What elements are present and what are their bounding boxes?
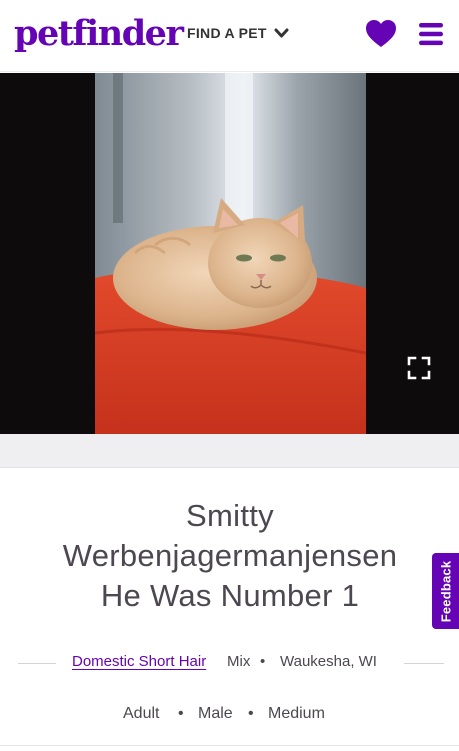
pet-sex: Male (198, 705, 233, 722)
cat-photo[interactable] (95, 73, 366, 434)
hamburger-menu-icon (419, 23, 443, 46)
pet-size: Medium (268, 705, 325, 722)
pet-photo-carousel[interactable] (0, 73, 459, 434)
pet-attributes-row: Adult • Male • Medium (0, 704, 459, 726)
divider-right (404, 663, 444, 664)
divider-left (18, 663, 56, 664)
heart-icon (366, 20, 396, 47)
find-a-pet-menu[interactable]: FIND A PET (187, 25, 289, 41)
separator-dot: • (260, 653, 266, 670)
feedback-tab[interactable]: Feedback (432, 553, 459, 629)
photo-caption-strip (0, 434, 459, 468)
petfinder-logo[interactable]: petfinder (14, 14, 184, 54)
pet-age: Adult (123, 705, 160, 722)
main-menu-button[interactable] (417, 20, 445, 48)
feedback-label: Feedback (438, 560, 454, 622)
cat-photo-image (95, 73, 366, 434)
breed-link[interactable]: Domestic Short Hair (72, 653, 206, 670)
separator-dot: • (248, 705, 254, 722)
pet-location: Waukesha, WI (280, 653, 377, 670)
expand-icon (407, 356, 431, 380)
bottom-divider (0, 745, 459, 746)
breed-suffix: Mix (227, 653, 251, 670)
favorites-button[interactable] (364, 18, 398, 50)
site-header: petfinder FIND A PET (0, 0, 459, 72)
pet-name-heading: Smitty Werbenjagermanjensen He Was Numbe… (20, 496, 440, 616)
pet-name-line-2: Werbenjagermanjensen (62, 538, 398, 573)
separator-dot: • (178, 705, 184, 722)
chevron-down-icon (274, 28, 289, 37)
pet-name-line-3: He Was Number 1 (100, 578, 360, 613)
expand-photo-button[interactable] (406, 355, 432, 381)
find-a-pet-label: FIND A PET (187, 25, 267, 41)
pet-name-line-1: Smitty (186, 498, 274, 533)
breed-location-row: Domestic Short Hair Mix • Waukesha, WI (0, 652, 459, 674)
